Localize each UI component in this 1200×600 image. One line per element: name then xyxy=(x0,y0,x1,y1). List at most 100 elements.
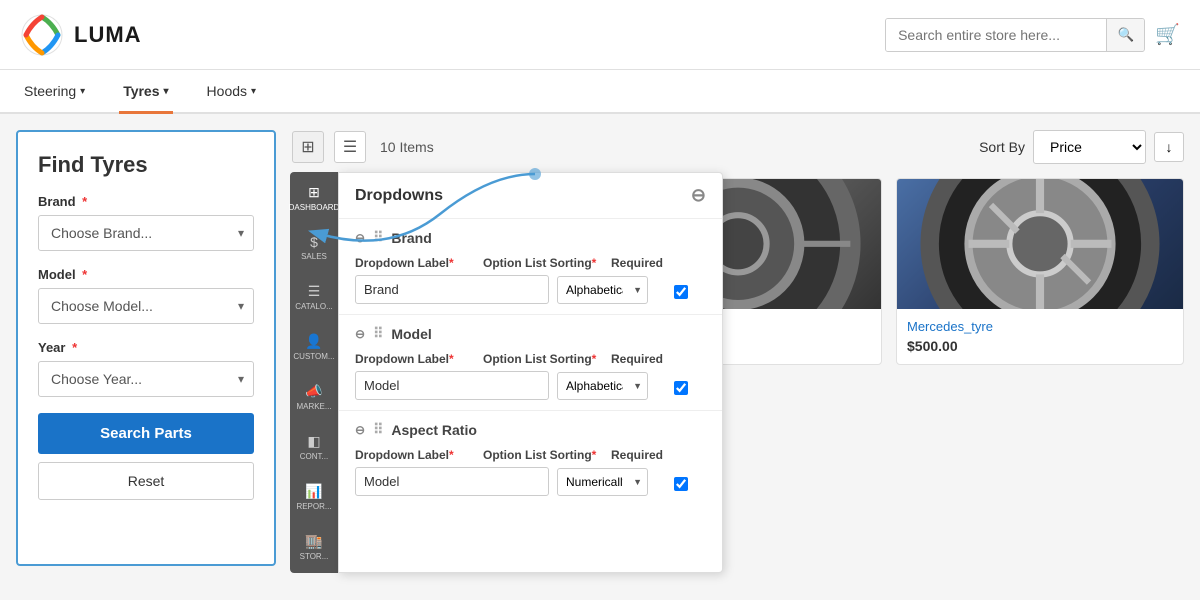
aspect-sort-select[interactable]: Alphabetically - A to Z Alphabetically -… xyxy=(557,468,648,496)
tyre-svg-3 xyxy=(897,179,1183,309)
aspect-sort-req-star: * xyxy=(592,448,597,462)
product-info-3: Mercedes_tyre $500.00 xyxy=(897,309,1183,364)
brand-dropdown-label-input[interactable] xyxy=(355,275,549,304)
reset-button[interactable]: Reset xyxy=(38,462,254,500)
main-nav: Steering ▾ Tyres ▾ Hoods ▾ xyxy=(0,70,1200,114)
dash-label-reports: REPOR... xyxy=(296,502,331,511)
dash-tab-stores[interactable]: 🏬 STOR... xyxy=(298,529,331,565)
product-image-3 xyxy=(897,179,1183,309)
drag-handle-aspect: ⠿ xyxy=(373,421,383,438)
sort-select[interactable]: Price Name Relevance xyxy=(1033,130,1146,164)
model-field: Model * Choose Model... ▾ xyxy=(38,267,254,324)
aspect-required-checkbox[interactable] xyxy=(674,477,688,491)
main-content: Find Tyres Brand * Choose Brand... BMW M… xyxy=(0,114,1200,582)
year-label: Year * xyxy=(38,340,254,355)
dp-aspect-required-text: Required xyxy=(611,448,663,462)
dash-label-marketing: MARKE... xyxy=(296,402,331,411)
aspect-sort-select-wrap: Alphabetically - A to Z Alphabetically -… xyxy=(557,468,648,496)
aspect-required-checkbox-wrap xyxy=(656,473,706,491)
search-submit-button[interactable]: 🔍 xyxy=(1106,19,1144,51)
brand-required-star: * xyxy=(82,194,87,209)
nav-label-hoods: Hoods xyxy=(207,83,247,99)
sales-icon: $ xyxy=(310,234,318,250)
dp-aspect-inputs: Alphabetically - A to Z Alphabetically -… xyxy=(355,467,706,496)
nav-item-hoods[interactable]: Hoods ▾ xyxy=(203,70,261,112)
sidebar-title: Find Tyres xyxy=(38,152,254,178)
toolbar: ⊞ ☰ 10 Items Sort By Price Name Relevanc… xyxy=(292,130,1184,164)
panel-close-button[interactable]: ⊖ xyxy=(691,185,706,206)
sort-label: Sort By xyxy=(979,139,1025,155)
dash-tab-sales[interactable]: $ SALES xyxy=(299,230,329,265)
dp-aspect-row: Dropdown Label* Option List Sorting* Req… xyxy=(355,448,706,462)
dash-tab-customers[interactable]: 👤 CUSTOM... xyxy=(291,329,336,365)
dp-section-brand: ⊖ ⠿ Brand Dropdown Label* Option List So… xyxy=(339,219,722,315)
aspect-dropdown-req-star: * xyxy=(449,448,454,462)
dp-model-label: Model xyxy=(391,326,431,342)
model-collapse-button[interactable]: ⊖ xyxy=(355,327,365,341)
catalog-icon: ☰ xyxy=(308,283,321,300)
brand-sort-req-star: * xyxy=(592,256,597,270)
model-sort-select-wrap: Alphabetically - A to Z Alphabetically -… xyxy=(557,372,648,400)
product-card-3: Mercedes_tyre $500.00 xyxy=(896,178,1184,365)
model-dropdown-req-star: * xyxy=(449,352,454,366)
brand-sort-select[interactable]: Alphabetically - A to Z Alphabetically -… xyxy=(557,276,648,304)
brand-sort-select-wrap: Alphabetically - A to Z Alphabetically -… xyxy=(557,276,648,304)
dash-tab-reports[interactable]: 📊 REPOR... xyxy=(294,479,333,515)
dp-section-model-header: ⊖ ⠿ Model xyxy=(355,325,706,342)
dropdowns-overlay: ⊞ DASHBOARD $ SALES ☰ CATALO... 👤 CUSTOM… xyxy=(290,172,723,573)
brand-collapse-button[interactable]: ⊖ xyxy=(355,231,365,245)
dash-label-customers: CUSTOM... xyxy=(293,352,334,361)
marketing-icon: 📣 xyxy=(305,383,322,400)
sort-area: Sort By Price Name Relevance ↓ xyxy=(979,130,1184,164)
panel-title: Dropdowns xyxy=(355,187,443,205)
model-dropdown-label-input[interactable] xyxy=(355,371,549,400)
luma-logo-icon xyxy=(20,13,64,57)
dash-tab-catalog[interactable]: ☰ CATALO... xyxy=(293,279,335,315)
model-required-checkbox[interactable] xyxy=(674,381,688,395)
search-input[interactable] xyxy=(886,19,1106,51)
dp-brand-row: Dropdown Label* Option List Sorting* Req… xyxy=(355,256,706,270)
model-sort-select[interactable]: Alphabetically - A to Z Alphabetically -… xyxy=(557,372,648,400)
reports-icon: 📊 xyxy=(305,483,322,500)
dropdowns-panel: Dropdowns ⊖ ⊖ ⠿ Brand Dropdown Label* Op… xyxy=(338,172,723,573)
dash-tab-dashboard[interactable]: ⊞ DASHBOARD xyxy=(287,180,342,216)
dp-section-aspect: ⊖ ⠿ Aspect Ratio Dropdown Label* Option … xyxy=(339,411,722,506)
search-parts-button[interactable]: Search Parts xyxy=(38,413,254,454)
aspect-collapse-button[interactable]: ⊖ xyxy=(355,423,365,437)
dp-brand-option-sort-text: Option List Sorting* xyxy=(483,256,603,270)
drag-handle-brand: ⠿ xyxy=(373,229,383,246)
nav-item-tyres[interactable]: Tyres ▾ xyxy=(119,70,172,112)
sort-direction-button[interactable]: ↓ xyxy=(1154,132,1184,162)
product-price-3: $500.00 xyxy=(907,338,1173,354)
tyres-chevron-icon: ▾ xyxy=(164,86,169,97)
year-select-wrapper: Choose Year... ▾ xyxy=(38,361,254,397)
dp-model-inputs: Alphabetically - A to Z Alphabetically -… xyxy=(355,371,706,400)
search-area: 🔍 🛒 xyxy=(885,18,1180,52)
year-select[interactable]: Choose Year... xyxy=(38,361,254,397)
find-tyres-sidebar: Find Tyres Brand * Choose Brand... BMW M… xyxy=(16,130,276,566)
dp-model-row: Dropdown Label* Option List Sorting* Req… xyxy=(355,352,706,366)
list-view-button[interactable]: ☰ xyxy=(334,131,366,163)
brand-required-checkbox[interactable] xyxy=(674,285,688,299)
search-box: 🔍 xyxy=(885,18,1145,52)
grid-view-button[interactable]: ⊞ xyxy=(292,131,324,163)
brand-label: Brand * xyxy=(38,194,254,209)
content-icon: ◧ xyxy=(307,433,320,450)
dash-tab-content[interactable]: ◧ CONT... xyxy=(298,429,330,465)
dp-aspect-option-sort-text: Option List Sorting* xyxy=(483,448,603,462)
brand-select[interactable]: Choose Brand... BMW Mercedes xyxy=(38,215,254,251)
steering-chevron-icon: ▾ xyxy=(80,86,85,97)
dp-section-brand-header: ⊖ ⠿ Brand xyxy=(355,229,706,246)
brand-dropdown-req-star: * xyxy=(449,256,454,270)
nav-item-steering[interactable]: Steering ▾ xyxy=(20,70,89,112)
dp-brand-required-text: Required xyxy=(611,256,663,270)
aspect-dropdown-label-input[interactable] xyxy=(355,467,549,496)
dp-aspect-dropdown-label-text: Dropdown Label* xyxy=(355,448,475,462)
cart-icon[interactable]: 🛒 xyxy=(1155,22,1180,47)
dp-model-option-sort-text: Option List Sorting* xyxy=(483,352,603,366)
brand-select-wrapper: Choose Brand... BMW Mercedes ▾ xyxy=(38,215,254,251)
model-select[interactable]: Choose Model... xyxy=(38,288,254,324)
dash-tab-marketing[interactable]: 📣 MARKE... xyxy=(294,379,333,415)
year-required-star: * xyxy=(72,340,77,355)
dash-label-sales: SALES xyxy=(301,252,327,261)
